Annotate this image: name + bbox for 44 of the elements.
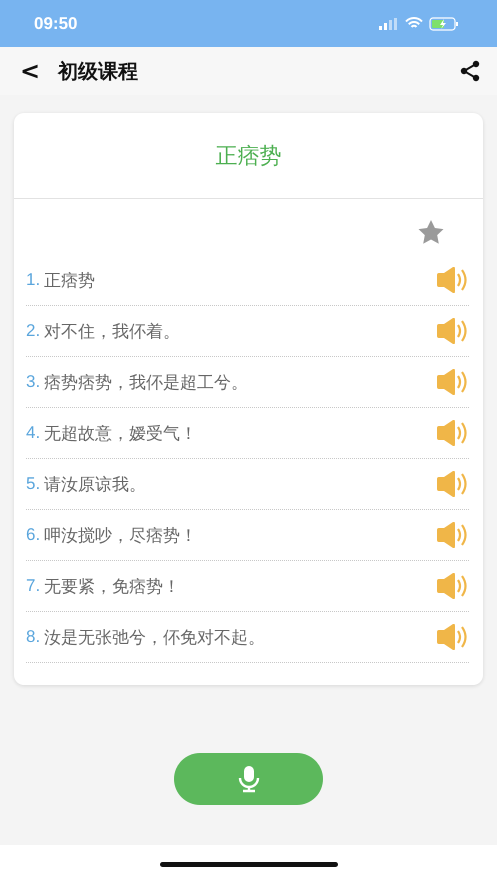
status-time: 09:50 <box>34 14 78 34</box>
battery-icon <box>429 16 459 30</box>
phrase-text: 正痞势 <box>44 270 96 292</box>
back-button[interactable]: < <box>14 57 46 85</box>
phrase-number: 3. <box>26 372 40 392</box>
home-indicator[interactable] <box>160 862 338 866</box>
speaker-icon <box>435 573 469 599</box>
speaker-button[interactable] <box>435 420 469 446</box>
phrase-number: 7. <box>26 576 40 596</box>
speaker-icon <box>435 471 469 497</box>
speaker-icon <box>435 369 469 395</box>
phrase-text: 无超故意，嫒受气！ <box>44 422 198 444</box>
phrase-number: 1. <box>26 270 40 290</box>
speaker-button[interactable] <box>435 267 469 293</box>
signal-icon <box>379 18 399 30</box>
speaker-button[interactable] <box>435 369 469 395</box>
phrase-number: 2. <box>26 321 40 341</box>
star-icon[interactable] <box>417 219 445 245</box>
share-icon[interactable] <box>459 60 481 82</box>
phrase-number: 4. <box>26 423 40 443</box>
phrase-text: 请汝原谅我。 <box>44 474 148 496</box>
speaker-icon <box>435 267 469 293</box>
phrase-number: 6. <box>26 525 40 545</box>
speaker-button[interactable] <box>435 318 469 344</box>
phrase-number: 5. <box>26 474 40 494</box>
speaker-icon <box>435 420 469 446</box>
phrase-number: 8. <box>26 627 40 647</box>
speaker-button[interactable] <box>435 522 469 548</box>
speaker-button[interactable] <box>435 573 469 599</box>
speaker-button[interactable] <box>435 624 469 650</box>
card-title: 正痞势 <box>216 142 282 170</box>
phrase-text: 对不住，我伓着。 <box>44 320 182 342</box>
speaker-icon <box>435 318 469 344</box>
speaker-button[interactable] <box>435 471 469 497</box>
phrase-text: 痞势痞势，我伓是超工兮。 <box>44 372 250 394</box>
wifi-icon <box>405 17 423 30</box>
microphone-icon <box>236 765 260 793</box>
microphone-button[interactable] <box>174 753 323 805</box>
phrase-text: 呷汝搅吵，尽痞势！ <box>44 524 198 546</box>
speaker-icon <box>435 624 469 650</box>
page-title: 初级课程 <box>58 58 140 84</box>
speaker-icon <box>435 522 469 548</box>
phrase-text: 汝是无张弛兮，伓免对不起。 <box>44 626 266 648</box>
phrase-text: 无要紧，免痞势！ <box>44 576 182 598</box>
